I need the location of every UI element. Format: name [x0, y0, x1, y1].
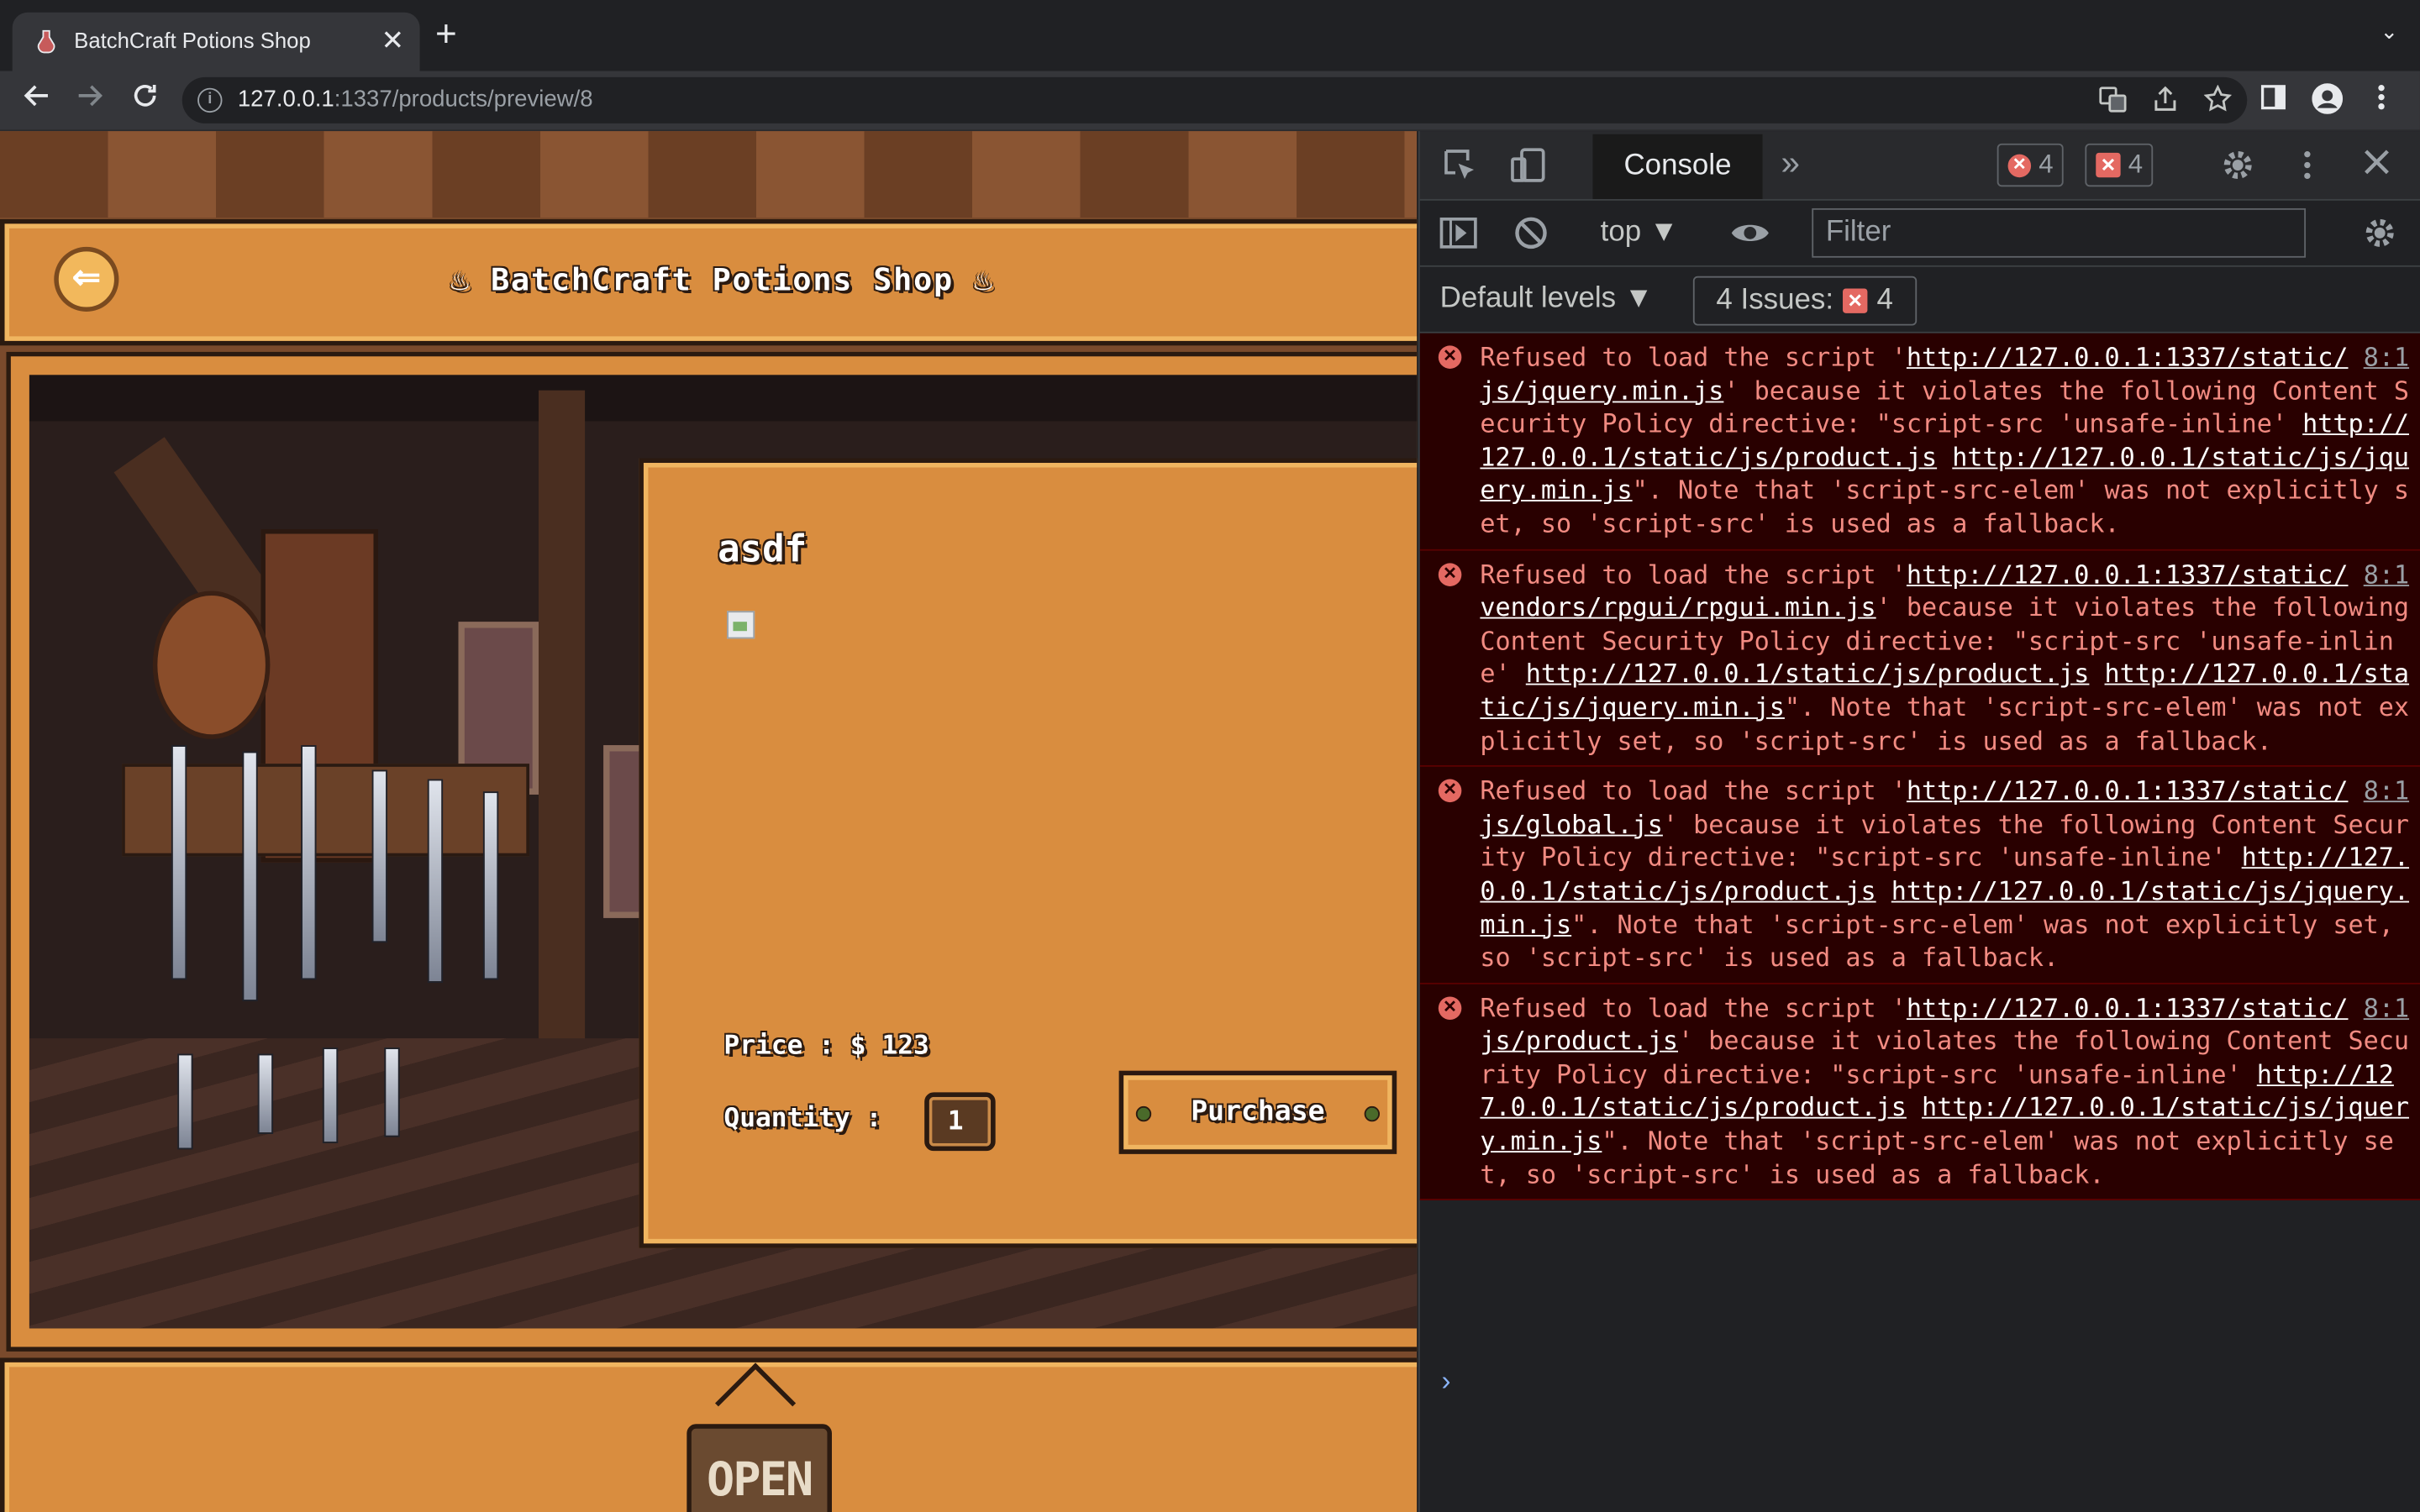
issue-icon: ✕	[1843, 288, 1868, 313]
new-tab-button[interactable]: +	[435, 16, 457, 53]
more-options-icon[interactable]	[2302, 146, 2312, 192]
tab-strip: BatchCraft Potions Shop ✕ + ⌄	[0, 0, 2420, 71]
info-icon[interactable]: i	[197, 87, 223, 113]
issue-count: 4	[2128, 150, 2144, 180]
devtools-panel: Console » ✕ 4 ✕ 4 top ▼ Filter Default l…	[1418, 131, 2420, 1512]
message-text: Refused to load the script '	[1480, 342, 1907, 372]
more-tabs-icon[interactable]: »	[1781, 144, 1800, 182]
console-settings-gear-icon[interactable]	[2361, 214, 2398, 260]
footer-panel: OPEN	[0, 1357, 1418, 1512]
error-count-badge[interactable]: ✕ 4	[1996, 143, 2065, 187]
console-error-message: ✕ 8:1 Refused to load the script ' http:/…	[1419, 549, 2420, 768]
profile-icon[interactable]	[2312, 83, 2344, 122]
forward-icon[interactable]	[71, 81, 108, 118]
url-host: 127.0.0.1	[237, 86, 334, 113]
address-bar[interactable]: i 127.0.0.1:1337/products/preview/8	[182, 76, 2248, 123]
menu-icon[interactable]	[2377, 83, 2386, 118]
error-icon: ✕	[1438, 779, 1462, 803]
sidebar-toggle-icon[interactable]	[1439, 214, 1479, 260]
side-panel-icon[interactable]	[2260, 83, 2287, 118]
issue-count-badge[interactable]: ✕ 4	[2085, 143, 2154, 187]
flame-icon: ♨	[973, 260, 994, 298]
message-source-link[interactable]: 8:1	[2364, 774, 2409, 808]
error-count: 4	[2039, 150, 2054, 180]
page-viewport: ⇐ ♨ BatchCraft Potions Shop ♨ asdf Price…	[0, 131, 1418, 1512]
error-icon: ✕	[2007, 153, 2032, 177]
purchase-label: Purchase	[1191, 1095, 1325, 1128]
close-devtools-icon[interactable]	[2361, 146, 2392, 186]
message-text: ". Note that 'script-src-elem' was not e…	[1480, 909, 2394, 973]
live-expression-eye-icon[interactable]	[1728, 214, 1771, 260]
browser-tab[interactable]: BatchCraft Potions Shop ✕	[12, 12, 420, 71]
console-filter-input[interactable]	[1812, 207, 2307, 258]
button-stud-icon	[1364, 1105, 1381, 1122]
url-text: 127.0.0.1:1337/products/preview/8	[238, 87, 593, 113]
message-source-link[interactable]: 8:1	[2364, 341, 2409, 375]
message-source-link[interactable]: 8:1	[2364, 558, 2409, 591]
issue-icon: ✕	[2096, 152, 2121, 178]
message-source-link[interactable]: 8:1	[2364, 991, 2409, 1025]
potion-favicon-icon	[37, 29, 55, 54]
device-toolbar-icon[interactable]	[1509, 146, 1546, 192]
browser-toolbar: i 127.0.0.1:1337/products/preview/8	[0, 71, 2420, 132]
issues-count: 4	[1876, 283, 1893, 317]
url-path: :1337/products/preview/8	[334, 86, 593, 113]
console-error-message: ✕ 8:1 Refused to load the script 'http:/…	[1419, 767, 2420, 984]
log-levels-dropdown[interactable]: Default levels ▼	[1440, 282, 1654, 316]
bookmark-star-icon[interactable]	[2203, 85, 2232, 113]
tab-close-icon[interactable]: ✕	[381, 24, 404, 55]
open-sign-text: OPEN	[706, 1453, 813, 1508]
message-text: Refused to load the script '	[1480, 559, 1907, 589]
devtools-tabbar: Console » ✕ 4 ✕ 4	[1419, 131, 2420, 201]
broken-image-icon	[727, 611, 755, 639]
message-text: ". Note that 'script-src-elem' was not e…	[1480, 1126, 2394, 1189]
price-label: Price : $ 123	[723, 1030, 929, 1062]
console-prompt-chevron-icon[interactable]: ›	[1441, 1365, 1450, 1398]
open-sign: OPEN	[687, 1424, 832, 1512]
product-name: asdf	[718, 528, 808, 571]
shop-title: ♨ BatchCraft Potions Shop ♨	[5, 260, 1418, 297]
header-panel: ⇐ ♨ BatchCraft Potions Shop ♨	[0, 218, 1418, 346]
quantity-label: Quantity :	[723, 1103, 882, 1134]
purchase-button[interactable]: Purchase	[1118, 1070, 1397, 1154]
wall-background	[0, 131, 1418, 218]
context-selector[interactable]: top ▼	[1601, 216, 1679, 249]
shop-title-text: BatchCraft Potions Shop	[491, 260, 955, 298]
quantity-input[interactable]	[924, 1092, 996, 1152]
tab-title: BatchCraft Potions Shop	[74, 28, 311, 53]
back-icon[interactable]	[18, 81, 55, 118]
inspect-element-icon[interactable]	[1441, 146, 1478, 192]
reload-icon[interactable]	[127, 81, 164, 118]
error-icon: ✕	[1438, 562, 1462, 586]
message-text: Refused to load the script '	[1480, 993, 1907, 1023]
share-icon[interactable]	[2151, 85, 2179, 113]
tab-search-icon[interactable]: ⌄	[2381, 18, 2399, 45]
csp-source-link[interactable]: http://127.0.0.1/static/js/product.js	[1526, 659, 2090, 689]
product-card: asdf Price : $ 123 Quantity : Purchase	[639, 458, 1418, 1248]
console-messages: ✕ 8:1 Refused to load the script ' http:/…	[1419, 333, 2420, 1201]
settings-gear-icon[interactable]	[2219, 146, 2256, 192]
issues-button[interactable]: 4 Issues: ✕ 4	[1692, 276, 1917, 326]
clear-console-icon[interactable]	[1512, 214, 1549, 260]
console-filter-bar: top ▼	[1419, 201, 2420, 267]
console-error-message: ✕ 8:1 Refused to load the script 'http:/…	[1419, 333, 2420, 550]
issues-label: 4 Issues:	[1716, 283, 1834, 317]
console-error-message: ✕ 8:1 Refused to load the script 'http:/…	[1419, 984, 2420, 1201]
error-icon: ✕	[1438, 995, 1462, 1020]
message-text: Refused to load the script '	[1480, 776, 1907, 806]
tab-console[interactable]: Console	[1592, 134, 1763, 199]
console-levels-bar: Default levels ▼ 4 Issues: ✕ 4	[1419, 267, 2420, 333]
flame-icon: ♨	[450, 260, 471, 298]
error-icon: ✕	[1438, 345, 1462, 369]
translate-icon[interactable]	[2099, 85, 2127, 113]
